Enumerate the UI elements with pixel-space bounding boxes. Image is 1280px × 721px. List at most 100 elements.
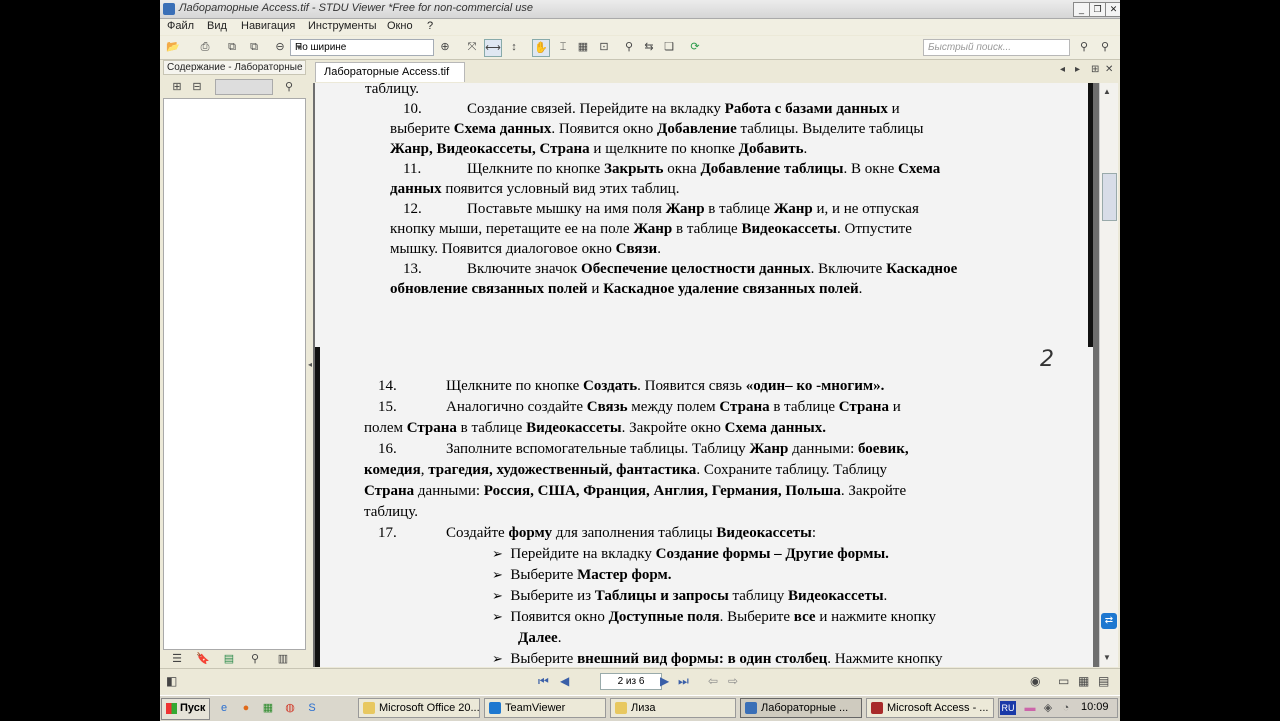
- bullet-item: ➢ Появится окно Доступные поля. Выберите…: [492, 609, 937, 625]
- sidebar-bottom-tabs: ☰ 🔖 ▤ ⚲ ▥: [163, 650, 306, 668]
- document-page-2: 2 14. Щелкните по кнопке Создать. Появит…: [315, 347, 1093, 667]
- select-area-icon[interactable]: ▦: [575, 39, 591, 55]
- status-bar: ◧ ⏮ ◀ 2 из 6 ▶ ⏭ ⇦ ⇨ ◉ ▭ ▦ ▤: [160, 668, 1120, 695]
- collapse-sidebar-icon[interactable]: ◂: [308, 360, 312, 369]
- document-viewer[interactable]: таблицу. 10. Создание связей. Перейдите …: [313, 83, 1099, 667]
- scrollbar-thumb[interactable]: [1102, 173, 1117, 221]
- bullet-item: ➢ Перейдите на вкладку Создание формы – …: [492, 546, 889, 562]
- tray-app-icon[interactable]: ▬: [1022, 700, 1038, 716]
- last-page-icon[interactable]: ⏭: [678, 674, 689, 689]
- text-line: комедия, трагедия, художественный, фанта…: [364, 462, 888, 478]
- close-button[interactable]: ✕: [1105, 2, 1120, 17]
- firefox-icon[interactable]: ●: [238, 700, 254, 716]
- zoom-in-icon[interactable]: ⊕: [437, 39, 453, 55]
- bullet-arrow-icon: ➢: [492, 588, 503, 603]
- menu-tools[interactable]: Инструменты: [308, 20, 377, 32]
- tab-next-icon[interactable]: ▸: [1075, 64, 1080, 75]
- bullet-arrow-icon: ➢: [492, 567, 503, 582]
- collapse-icon[interactable]: ⊟: [189, 79, 205, 95]
- text-line: Заполните вспомогательные таблицы. Табли…: [446, 441, 909, 457]
- pages-icon[interactable]: ❏: [661, 39, 677, 55]
- list-item-number: 14.: [378, 378, 397, 394]
- zoom-out-icon[interactable]: ⊖: [272, 39, 288, 55]
- paste-icon[interactable]: ⧉: [246, 39, 262, 55]
- excel-icon[interactable]: ▦: [260, 700, 276, 716]
- eye-icon[interactable]: ◉: [1030, 674, 1040, 688]
- taskbar-item-office[interactable]: Microsoft Office 20...: [358, 698, 480, 718]
- prev-page-icon[interactable]: ◀: [560, 674, 569, 688]
- taskbar-item-stdu[interactable]: Лабораторные ...: [740, 698, 862, 718]
- expand-icon[interactable]: ⊞: [169, 79, 185, 95]
- contents-filter-box[interactable]: [215, 79, 273, 95]
- contents-tree[interactable]: [163, 98, 306, 650]
- open-folder-icon[interactable]: 📂: [165, 39, 181, 55]
- search-prev-icon[interactable]: ⚲: [1076, 39, 1092, 55]
- vertical-scrollbar[interactable]: ▲ ⇄ ▼: [1099, 83, 1118, 667]
- language-indicator[interactable]: RU: [1000, 701, 1016, 715]
- thumbnails-tab-icon[interactable]: ▤: [221, 651, 237, 667]
- select-text-icon[interactable]: ⌶: [555, 39, 571, 55]
- text-line: таблицу.: [365, 83, 419, 97]
- bookmarks-tab-icon[interactable]: 🔖: [195, 651, 211, 667]
- refresh-icon[interactable]: ⟳: [687, 39, 703, 55]
- taskbar-item-teamviewer[interactable]: TeamViewer: [484, 698, 606, 718]
- two-page-icon[interactable]: ▦: [1078, 674, 1089, 688]
- list-item-number: 13.: [403, 261, 422, 277]
- menu-navigation[interactable]: Навигация: [241, 20, 295, 32]
- contents-tab-icon[interactable]: ☰: [169, 651, 185, 667]
- tab-list-icon[interactable]: ⊞: [1091, 64, 1099, 75]
- fit-page-icon[interactable]: ⤧: [464, 39, 480, 55]
- copy-icon[interactable]: ⧉: [224, 39, 240, 55]
- tab-document[interactable]: Лабораторные Access.tif: [315, 62, 465, 82]
- panel-toggle-icon[interactable]: ◧: [166, 674, 177, 688]
- text-line: Щелкните по кнопке Закрыть окна Добавлен…: [467, 161, 941, 177]
- teamviewer-tray-icon[interactable]: ⇄: [1101, 613, 1117, 629]
- tab-close-icon[interactable]: ✕: [1105, 64, 1113, 75]
- search-tab-icon[interactable]: ⚲: [247, 651, 263, 667]
- document-tabs: Лабораторные Access.tif ◂ ▸ ⊞ ✕: [313, 60, 1117, 82]
- menu-window[interactable]: Окно: [387, 20, 413, 32]
- continuous-page-icon[interactable]: ▤: [1098, 674, 1109, 688]
- search-next-icon[interactable]: ⚲: [1097, 39, 1113, 55]
- bullet-arrow-icon: ➢: [492, 546, 503, 561]
- ie-icon[interactable]: e: [216, 700, 232, 716]
- back-icon[interactable]: ⇦: [708, 674, 718, 688]
- print-icon[interactable]: ⎙: [197, 39, 213, 55]
- find-icon[interactable]: ⚲: [621, 39, 637, 55]
- menu-file[interactable]: Файл: [167, 20, 194, 32]
- toolbar: 📂 ⎙ ⧉ ⧉ ⊖ По ширине ▼ ⊕ ⤧ ⟷ ↕ ✋ ⌶ ▦ ⊡ ⚲ …: [160, 36, 1120, 60]
- fit-height-icon[interactable]: ↕: [506, 39, 522, 55]
- forward-icon[interactable]: ⇨: [728, 674, 738, 688]
- single-page-icon[interactable]: ▭: [1058, 674, 1069, 688]
- binoculars-icon[interactable]: ⚲: [281, 79, 297, 95]
- first-page-icon[interactable]: ⏮: [538, 674, 549, 689]
- restore-button[interactable]: ❐: [1089, 2, 1106, 17]
- hand-tool-icon[interactable]: ✋: [532, 39, 550, 57]
- scroll-up-icon[interactable]: ▲: [1103, 87, 1111, 96]
- menu-view[interactable]: Вид: [207, 20, 227, 32]
- tray-volume-icon[interactable]: ◔: [1058, 700, 1074, 716]
- fit-width-icon[interactable]: ⟷: [484, 39, 502, 57]
- chrome-icon[interactable]: ◍: [282, 700, 298, 716]
- notes-tab-icon[interactable]: ▥: [275, 651, 291, 667]
- quick-search-input[interactable]: Быстрый поиск...: [923, 39, 1070, 56]
- skype-icon[interactable]: S: [304, 700, 320, 716]
- text-line: Поставьте мышку на имя поля Жанр в табли…: [467, 201, 919, 217]
- scroll-down-icon[interactable]: ▼: [1103, 653, 1111, 662]
- page-indicator[interactable]: 2 из 6: [600, 673, 662, 690]
- tray-network-icon[interactable]: ◈: [1040, 700, 1056, 716]
- text-line: Создайте форму для заполнения таблицы Ви…: [446, 525, 817, 541]
- snapshot-icon[interactable]: ⊡: [596, 39, 612, 55]
- text-line: полем Страна в таблице Видеокассеты. Зак…: [364, 420, 826, 436]
- start-button[interactable]: Пуск: [161, 698, 210, 720]
- bullet-item: ➢ Выберите внешний вид формы: в один сто…: [492, 651, 943, 667]
- minimize-button[interactable]: _: [1073, 2, 1090, 17]
- rotate-icon[interactable]: ⇆: [641, 39, 657, 55]
- menu-help[interactable]: ?: [427, 20, 433, 32]
- taskbar-item-access[interactable]: Microsoft Access - ...: [866, 698, 994, 718]
- text-line: обновление связанных полей и Каскадное у…: [390, 281, 863, 297]
- tab-prev-icon[interactable]: ◂: [1060, 64, 1065, 75]
- zoom-select[interactable]: По ширине ▼: [290, 39, 434, 56]
- taskbar-item-liza[interactable]: Лиза: [610, 698, 736, 718]
- next-page-icon[interactable]: ▶: [660, 674, 669, 688]
